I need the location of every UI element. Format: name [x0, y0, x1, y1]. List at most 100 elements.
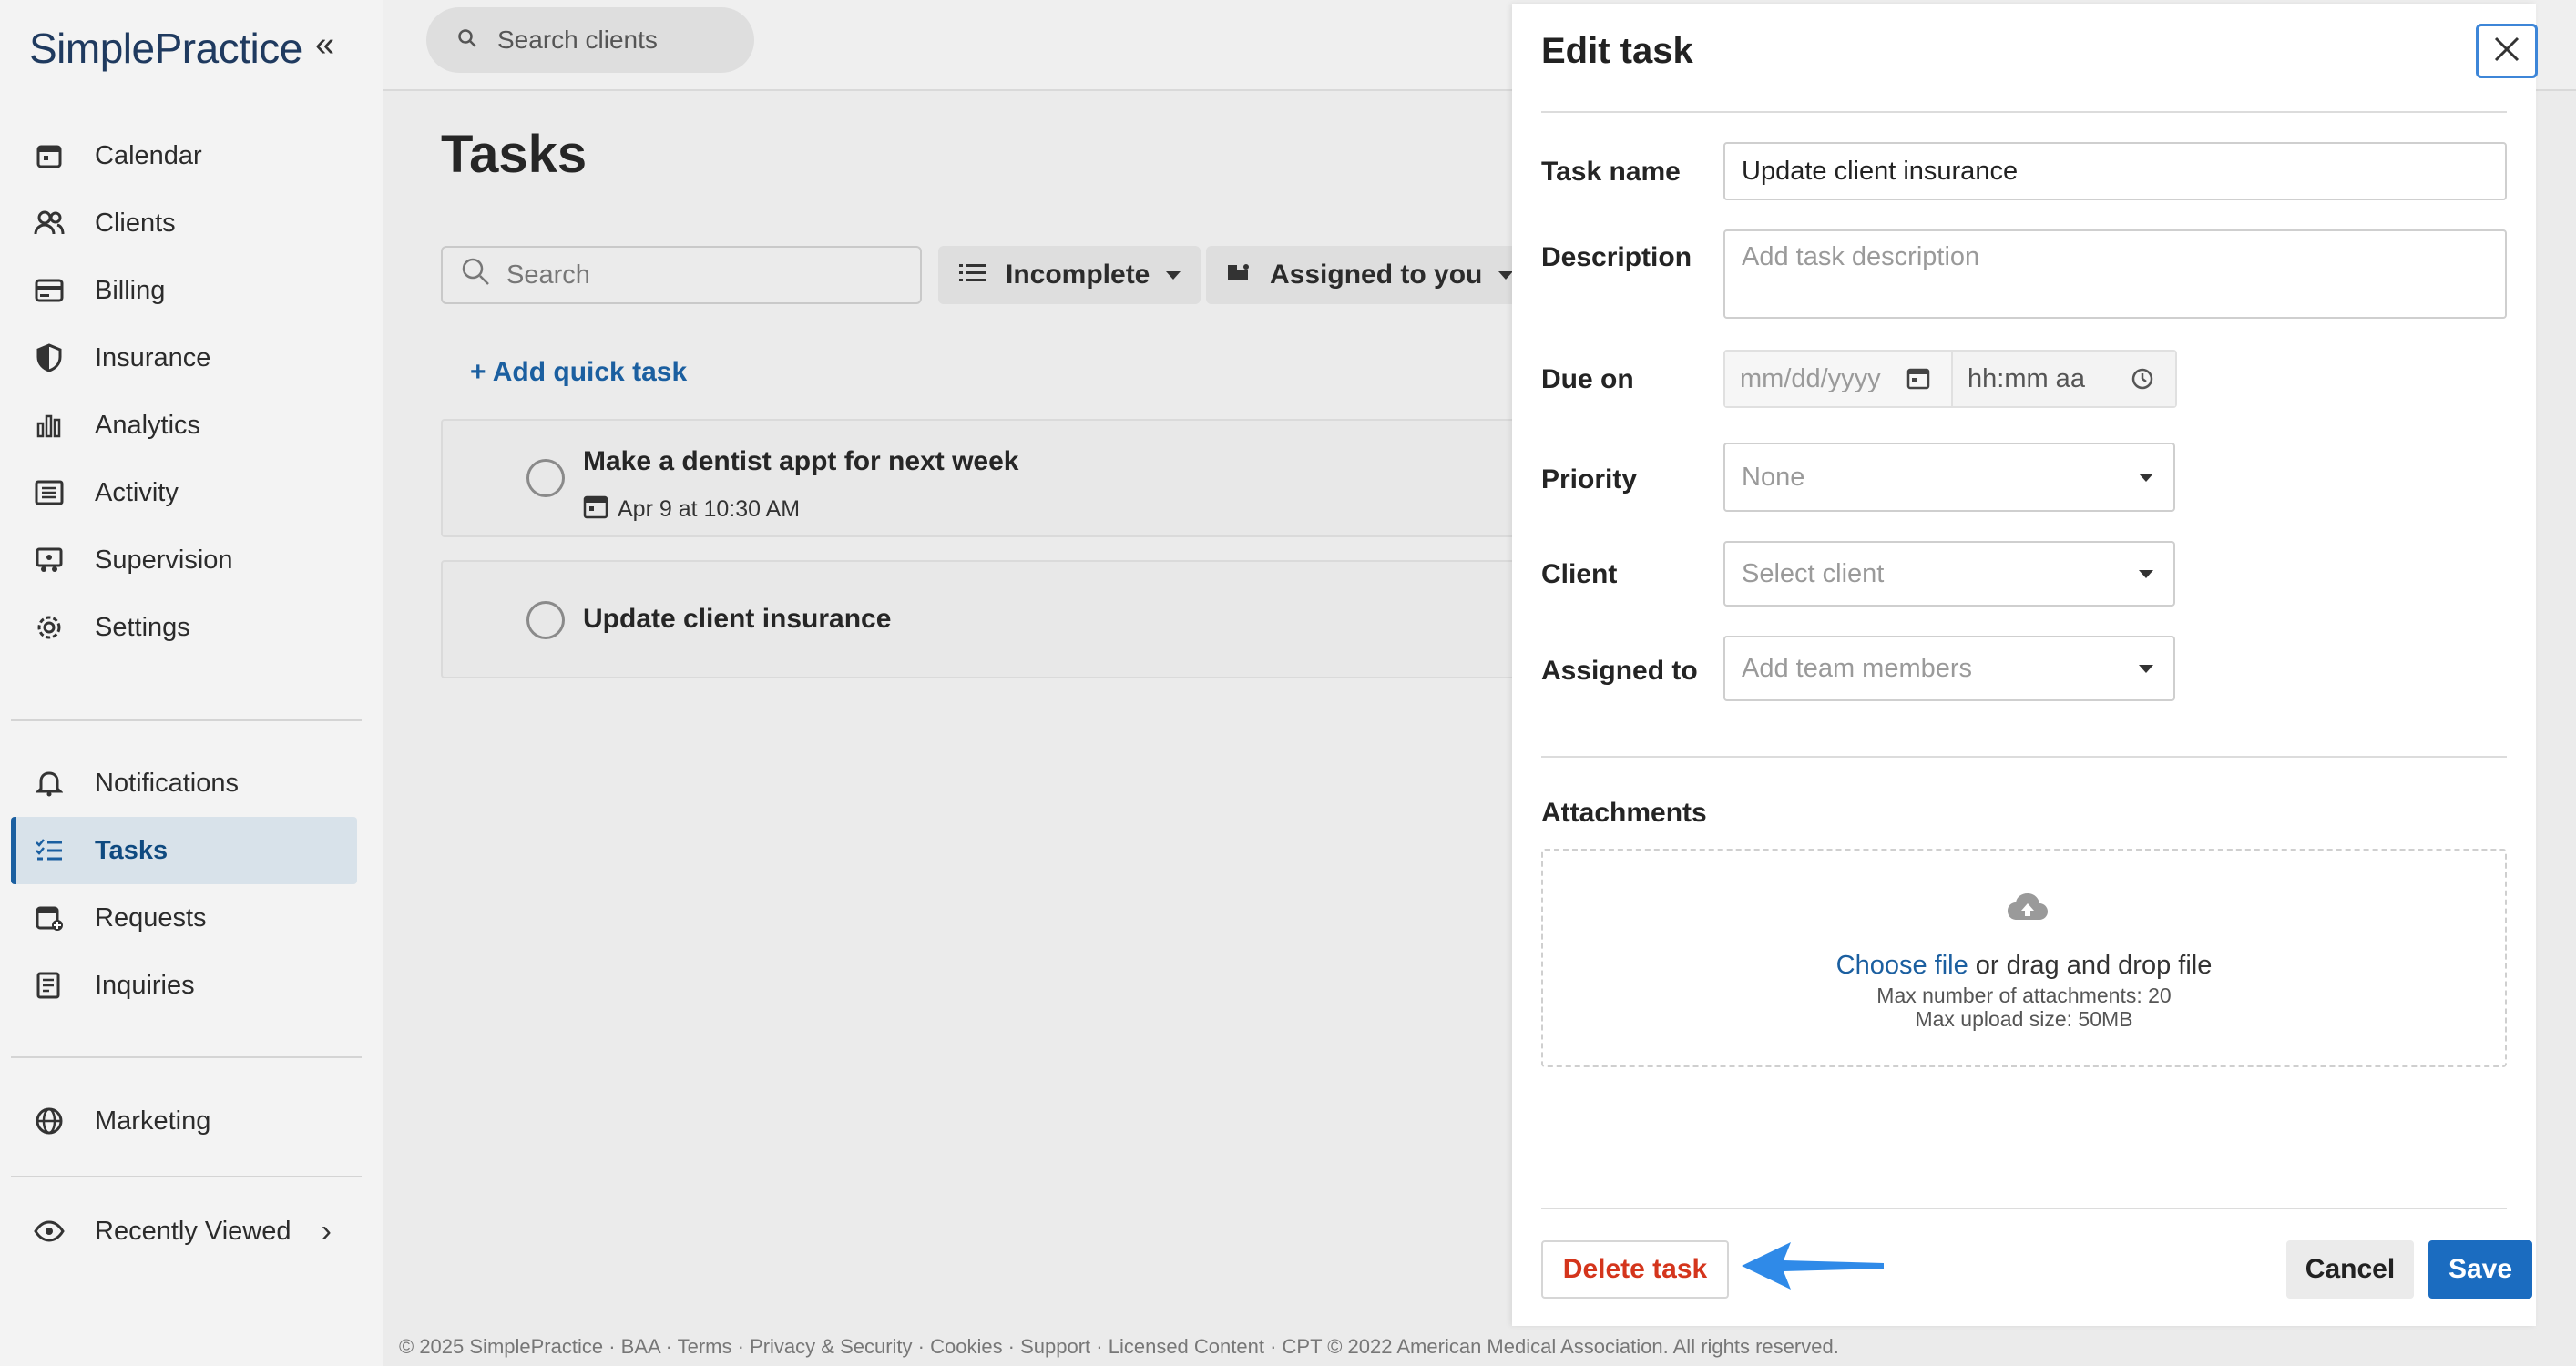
sidebar-item-supervision[interactable]: Supervision: [11, 526, 357, 594]
bell-icon: [33, 767, 66, 800]
sidebar-item-label: Supervision: [95, 545, 233, 575]
complete-task-checkbox[interactable]: [526, 601, 565, 639]
task-due: Apr 9 at 10:30 AM: [583, 494, 800, 525]
sidebar-item-inquiries[interactable]: Inquiries: [11, 952, 357, 1019]
delete-task-button[interactable]: Delete task: [1541, 1240, 1729, 1299]
due-time-input[interactable]: hh:mm aa: [1953, 352, 2175, 406]
users-icon: [33, 207, 66, 240]
nav-recently-viewed: Recently Viewed ›: [11, 1198, 357, 1265]
priority-label: Priority: [1541, 464, 1638, 494]
search-icon: [457, 25, 477, 55]
sidebar-item-billing[interactable]: Billing: [11, 257, 357, 324]
sidebar-item-analytics[interactable]: Analytics: [11, 392, 357, 459]
choose-file-link[interactable]: Choose file: [1836, 951, 1968, 980]
credit-card-icon: [33, 274, 66, 307]
close-button[interactable]: [2476, 24, 2538, 78]
chevron-down-icon: [1166, 270, 1181, 280]
panel-divider: [1541, 756, 2507, 758]
collapse-sidebar-icon[interactable]: «: [315, 27, 348, 64]
eye-icon: [33, 1215, 66, 1248]
search-clients-input[interactable]: Search clients: [426, 7, 754, 73]
sidebar-item-requests[interactable]: Requests: [11, 884, 357, 952]
footer: © 2025 SimplePractice · BAA · Terms · Pr…: [399, 1335, 1839, 1358]
nav-marketing: Marketing: [11, 1087, 357, 1155]
annotation-arrow-icon: [1738, 1237, 1887, 1300]
priority-value: None: [1742, 462, 1805, 492]
sidebar-item-label: Requests: [95, 902, 207, 933]
assignee-filter-dropdown[interactable]: Assigned to you: [1206, 246, 1534, 304]
sidebar-divider: [11, 719, 362, 721]
sidebar-item-recently-viewed[interactable]: Recently Viewed ›: [11, 1198, 357, 1265]
add-quick-task-link[interactable]: + Add quick task: [470, 357, 687, 388]
panel-divider: [1541, 1208, 2507, 1209]
sidebar-item-marketing[interactable]: Marketing: [11, 1087, 357, 1155]
sidebar-item-label: Analytics: [95, 410, 201, 440]
client-label: Client: [1541, 559, 1618, 589]
sidebar-item-label: Insurance: [95, 342, 211, 372]
sidebar-item-label: Clients: [95, 208, 176, 238]
page-title: Tasks: [441, 125, 588, 184]
sidebar-item-clients[interactable]: Clients: [11, 189, 357, 257]
shield-icon: [33, 342, 66, 374]
description-label: Description: [1541, 242, 1692, 272]
sidebar: SimplePractice « Calendar Clients Billin…: [0, 0, 383, 1366]
sidebar-item-activity[interactable]: Activity: [11, 459, 357, 526]
max-upload-text: Max upload size: 50MB: [1915, 1007, 2133, 1031]
sidebar-item-label: Activity: [95, 477, 179, 507]
cloud-upload-icon: [2006, 891, 2050, 928]
attachment-dropzone[interactable]: Choose file or drag and drop file Max nu…: [1541, 849, 2507, 1067]
clock-icon[interactable]: [2130, 366, 2155, 399]
dropzone-instructions: Choose file or drag and drop file: [1543, 951, 2505, 981]
description-textarea[interactable]: Add task description: [1723, 229, 2507, 319]
chevron-down-icon: [2139, 474, 2153, 482]
status-filter-label: Incomplete: [1006, 260, 1150, 290]
sidebar-item-label: Recently Viewed: [95, 1216, 291, 1246]
complete-task-checkbox[interactable]: [526, 459, 565, 497]
panel-divider: [1541, 111, 2507, 113]
calendar-icon: [33, 139, 66, 172]
sidebar-item-tasks[interactable]: Tasks: [11, 817, 357, 884]
task-search-placeholder: Search: [506, 260, 590, 290]
chevron-right-icon[interactable]: ›: [322, 1214, 332, 1249]
description-placeholder: Add task description: [1742, 242, 1980, 271]
calendar-icon: [583, 494, 608, 525]
sidebar-item-label: Settings: [95, 612, 190, 642]
search-icon: [461, 257, 490, 293]
panel-title: Edit task: [1541, 31, 1693, 71]
gear-icon: [33, 611, 66, 644]
sidebar-item-label: Notifications: [95, 768, 239, 798]
task-name-input[interactable]: Update client insurance: [1723, 142, 2507, 200]
assigned-to-label: Assigned to: [1541, 656, 1698, 686]
sidebar-item-label: Marketing: [95, 1106, 211, 1136]
sidebar-divider: [11, 1176, 362, 1177]
sidebar-item-insurance[interactable]: Insurance: [11, 324, 357, 392]
priority-select[interactable]: None: [1723, 443, 2175, 512]
nav-secondary: Notifications Tasks Requests Inquiries: [11, 749, 357, 1019]
simplepractice-logo[interactable]: SimplePractice: [29, 24, 302, 73]
calendar-icon[interactable]: [1906, 366, 1931, 399]
close-icon: [2492, 35, 2521, 68]
save-button[interactable]: Save: [2428, 1240, 2532, 1299]
due-time-placeholder: hh:mm aa: [1968, 363, 2085, 393]
inquiries-icon: [33, 969, 66, 1002]
list-icon: [33, 476, 66, 509]
edit-task-panel: Edit task Task name Update client insura…: [1512, 4, 2538, 1326]
due-on-fields: mm/dd/yyyy hh:mm aa: [1723, 350, 2177, 408]
chevron-down-icon: [2139, 665, 2153, 673]
assigned-to-select[interactable]: Add team members: [1723, 636, 2175, 701]
due-date-input[interactable]: mm/dd/yyyy: [1725, 352, 1953, 406]
drag-drop-text: or drag and drop file: [1968, 951, 2213, 980]
sidebar-item-label: Billing: [95, 275, 166, 305]
due-on-label: Due on: [1541, 364, 1634, 394]
client-select[interactable]: Select client: [1723, 541, 2175, 607]
assignee-filter-label: Assigned to you: [1270, 260, 1483, 290]
task-search-input[interactable]: Search: [441, 246, 922, 304]
sidebar-item-label: Tasks: [95, 835, 169, 865]
sidebar-item-calendar[interactable]: Calendar: [11, 122, 357, 189]
sidebar-item-settings[interactable]: Settings: [11, 594, 357, 661]
sidebar-item-notifications[interactable]: Notifications: [11, 749, 357, 817]
supervision-icon: [33, 544, 66, 576]
sidebar-item-label: Inquiries: [95, 970, 195, 1000]
cancel-button[interactable]: Cancel: [2286, 1240, 2414, 1299]
status-filter-dropdown[interactable]: Incomplete: [938, 246, 1201, 304]
